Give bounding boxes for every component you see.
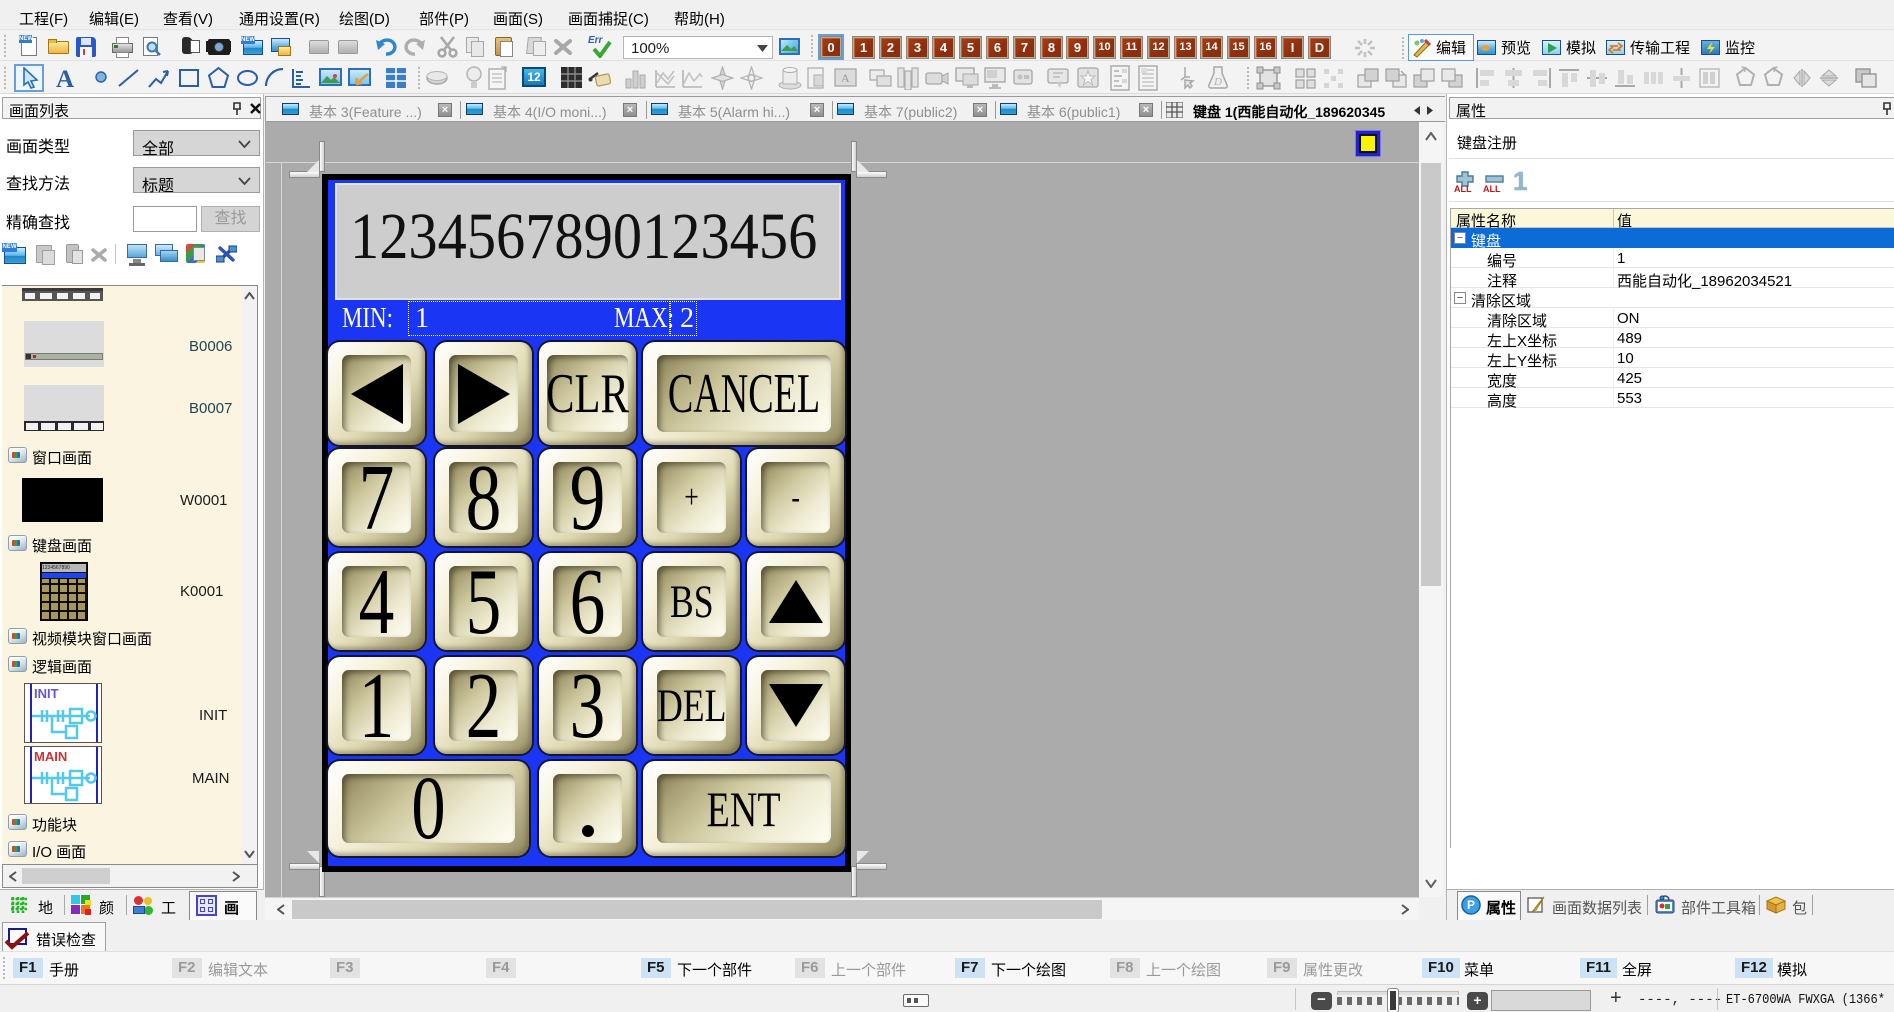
svg-text:D: D bbox=[1213, 76, 1222, 88]
svg-text:P: P bbox=[1467, 898, 1475, 912]
svg-text:A: A bbox=[841, 71, 850, 85]
